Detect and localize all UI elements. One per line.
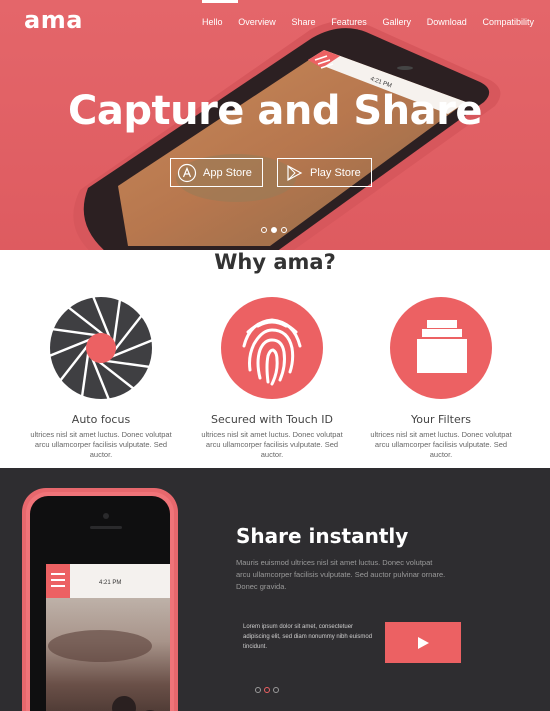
hero-section: 4:21 PM ama Hello Overview Share Feature… <box>0 0 550 250</box>
nav-active-indicator <box>202 0 238 3</box>
feature-text: ultrices nisl sit amet luctus. Donec vol… <box>370 430 512 459</box>
share-title: Share instantly <box>236 524 409 548</box>
share-description: Mauris euismod ultrices nisl sit amet lu… <box>236 558 446 591</box>
play-icon <box>418 636 429 649</box>
share-slider-dots <box>255 687 279 693</box>
share-slide-dot[interactable] <box>273 687 279 693</box>
why-section: Why ama? Auto focus ultrices nisl sit am… <box>0 250 550 468</box>
play-store-icon <box>287 164 303 181</box>
app-store-button[interactable]: App Store <box>170 158 263 187</box>
fingerprint-icon <box>221 297 323 399</box>
nav-item-features[interactable]: Features <box>331 17 367 27</box>
feature-text: ultrices nisl sit amet luctus. Donec vol… <box>201 430 343 459</box>
nav-item-overview[interactable]: Overview <box>238 17 276 27</box>
brand-logo[interactable]: ama <box>24 6 83 34</box>
share-small-text: Lorem ipsum dolor sit amet, consectetuer… <box>243 624 373 650</box>
nav-item-download[interactable]: Download <box>427 17 467 27</box>
feature-title: Secured with Touch ID <box>211 413 333 426</box>
hero-slide-dot[interactable] <box>271 227 277 233</box>
hero-slider-dots <box>261 227 287 233</box>
feature-touch-id: Secured with Touch ID ultrices nisl sit … <box>192 296 352 460</box>
feature-title: Your Filters <box>411 413 471 426</box>
hero-slide-dot[interactable] <box>261 227 267 233</box>
hero-title: Capture and Share <box>67 88 483 134</box>
play-store-label: Play Store <box>310 166 361 179</box>
main-nav: Hello Overview Share Features Gallery Do… <box>202 17 534 27</box>
why-title: Why ama? <box>214 250 336 274</box>
aperture-icon <box>48 295 154 401</box>
nav-item-compatibility[interactable]: Compatibility <box>482 17 534 27</box>
share-phone-image: 4:21 PM <box>22 488 178 711</box>
feature-your-filters: Your Filters ultrices nisl sit amet luct… <box>361 296 521 460</box>
app-store-label: App Store <box>203 166 252 179</box>
nav-item-gallery[interactable]: Gallery <box>382 17 411 27</box>
share-phone-time: 4:21 PM <box>99 580 121 586</box>
share-slide-dot[interactable] <box>264 687 270 693</box>
nav-item-hello[interactable]: Hello <box>202 17 223 27</box>
nav-item-share[interactable]: Share <box>291 17 315 27</box>
filters-stack-icon <box>390 297 492 399</box>
play-store-button[interactable]: Play Store <box>277 158 372 187</box>
hero-slide-dot[interactable] <box>281 227 287 233</box>
video-play-button[interactable] <box>385 622 461 663</box>
share-section: 4:21 PM Share instantly Mauris euismod u… <box>0 468 550 711</box>
feature-title: Auto focus <box>71 413 131 426</box>
feature-auto-focus: Auto focus ultrices nisl sit amet luctus… <box>21 295 181 460</box>
share-slide-dot[interactable] <box>255 687 261 693</box>
app-store-icon <box>177 163 197 182</box>
feature-text: ultrices nisl sit amet luctus. Donec vol… <box>30 430 172 459</box>
